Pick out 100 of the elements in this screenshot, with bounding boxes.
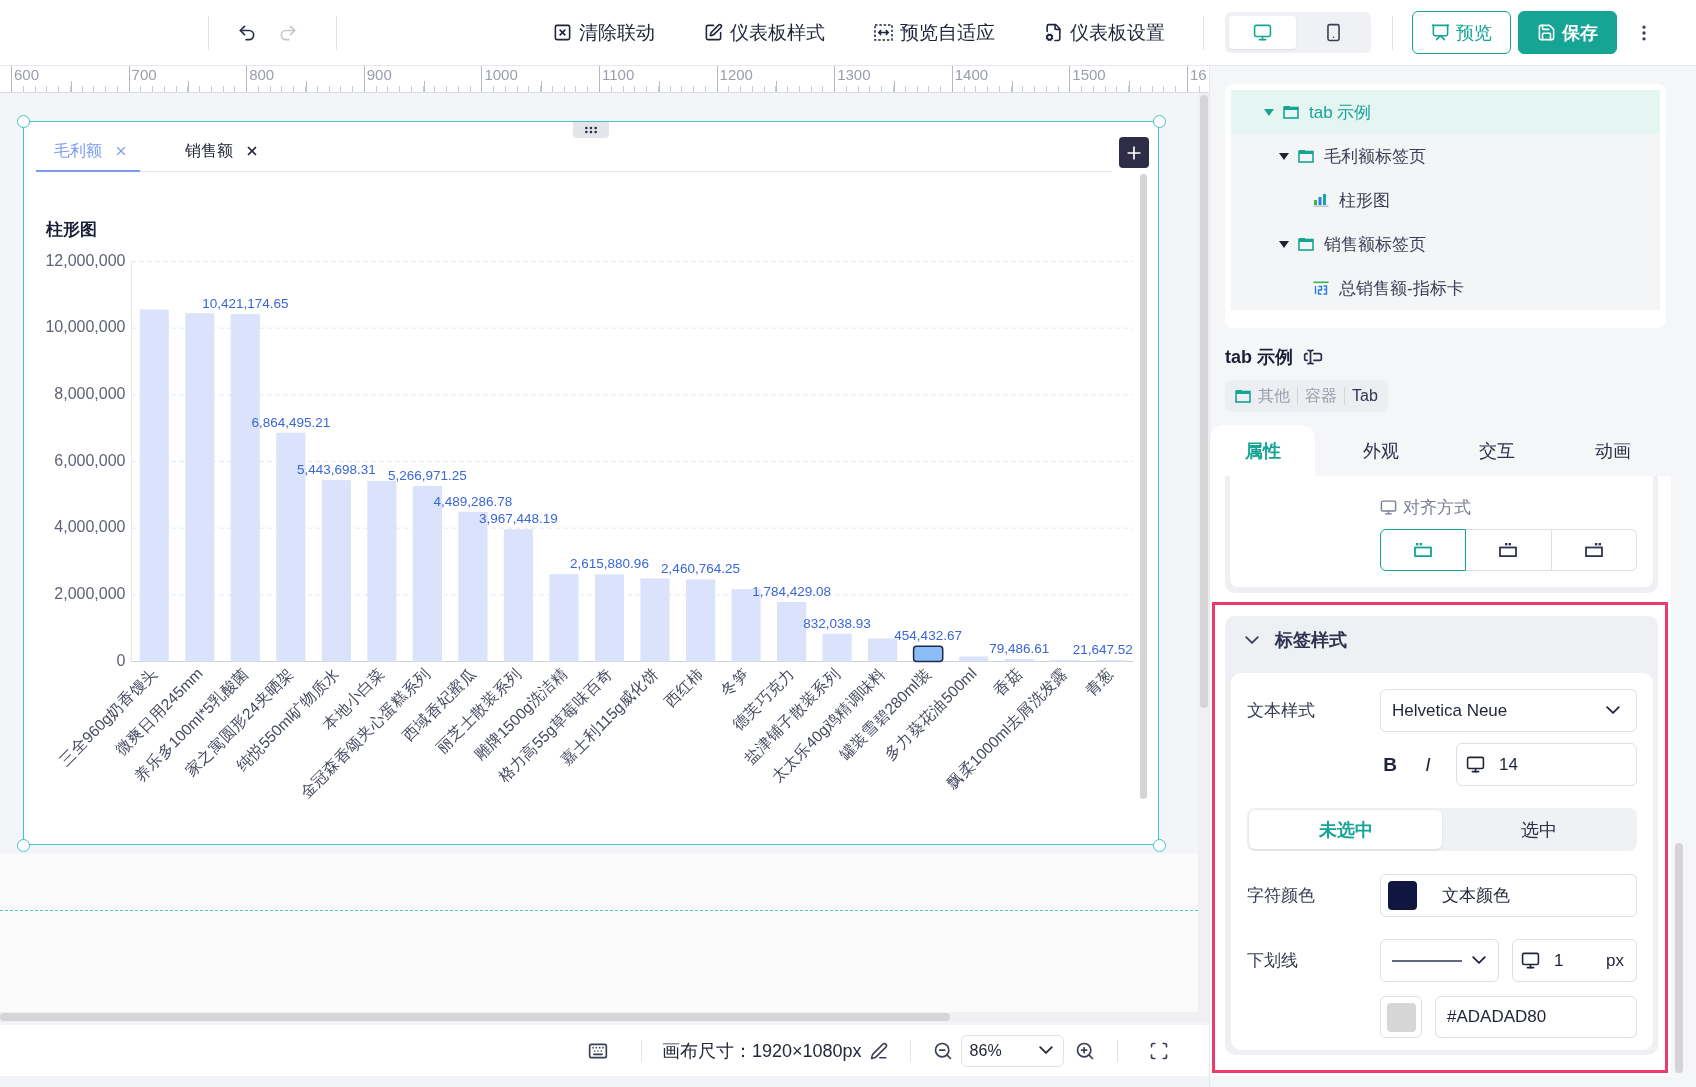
widget-tab[interactable]: 销售额 <box>166 132 271 172</box>
chevron-down-icon <box>1472 956 1486 965</box>
axis-label: 10,000,000 <box>45 318 126 336</box>
canvas-size: 画布尺寸：1920×1080px <box>662 1039 862 1063</box>
zoom-select[interactable]: 86% <box>960 1034 1064 1067</box>
field-label: 字符颜色 <box>1247 885 1316 907</box>
value-label: 832,038.93 <box>803 615 871 631</box>
value-label: 454,432.67 <box>894 628 962 644</box>
bar-chart-icon <box>1313 193 1329 207</box>
tab-box-icon <box>1235 389 1251 403</box>
axis-label: 0 <box>116 651 126 669</box>
layer-item[interactable]: 销售额标签页 <box>1231 222 1660 266</box>
resize-handle[interactable] <box>16 114 30 128</box>
monitor-icon <box>1380 498 1397 516</box>
pen-icon[interactable] <box>869 1041 888 1060</box>
ruler-label: 1100 <box>601 66 635 83</box>
breadcrumb-item: 容器 <box>1305 385 1337 406</box>
axis-label: 西红柿 <box>660 664 707 711</box>
scrollbar[interactable] <box>1198 93 1209 1022</box>
field-label: 对齐方式 <box>1403 496 1471 519</box>
square-x-icon <box>553 23 572 42</box>
chevron-down-icon <box>1606 706 1620 715</box>
value-label: 2,460,764.25 <box>661 561 740 577</box>
axis-label: 12,000,000 <box>45 251 126 269</box>
value-label: 10,421,174.65 <box>202 296 289 312</box>
field-label: 文本样式 <box>1247 700 1316 722</box>
ruler-label: 1500 <box>1072 66 1106 83</box>
align-center-icon <box>1499 543 1518 557</box>
field-label: 下划线 <box>1247 950 1299 972</box>
phone-icon <box>1324 23 1343 42</box>
value-label: 5,266,971.25 <box>388 467 467 483</box>
scrollbar-thumb[interactable] <box>1200 95 1208 708</box>
ruler-label: 700 <box>131 66 157 83</box>
value-label: 3,967,448.19 <box>479 511 558 527</box>
resize-handle[interactable] <box>1152 114 1166 128</box>
value-label: 79,486.61 <box>989 640 1050 656</box>
scrollbar-thumb[interactable] <box>1675 843 1683 1073</box>
resize-handle[interactable] <box>16 838 30 852</box>
scrollbar-thumb[interactable] <box>1139 173 1147 799</box>
font-select[interactable]: Helvetica Neue <box>1380 689 1637 732</box>
undo-icon[interactable] <box>237 22 257 43</box>
desktop-mode-button[interactable] <box>1229 16 1296 49</box>
axis-label: 6,000,000 <box>54 451 126 469</box>
fit-preview-button[interactable]: 预览自适应 <box>874 14 995 51</box>
color-field[interactable]: 文本颜色 <box>1380 874 1637 917</box>
ruler-label: 900 <box>366 66 392 83</box>
caret-icon[interactable] <box>1279 240 1289 248</box>
state-tab[interactable]: 选中 <box>1442 810 1635 849</box>
align-right-icon <box>1584 543 1603 557</box>
font-size-field[interactable]: 14 <box>1456 743 1637 786</box>
panel-tab[interactable]: 动画 <box>1555 425 1671 476</box>
tab-box-icon <box>1283 105 1299 119</box>
axis-label: 香菇 <box>990 664 1026 700</box>
tab-box-icon <box>1298 237 1314 251</box>
add-tab-button[interactable] <box>1118 137 1149 168</box>
ruler-label: 800 <box>249 66 275 83</box>
bold-button[interactable]: B <box>1380 749 1400 780</box>
ruler-label: 1300 <box>837 66 871 83</box>
axis-label: 青葱 <box>1081 664 1117 700</box>
file-gear-icon <box>1044 23 1063 42</box>
monitor-icon <box>1253 23 1272 42</box>
chevron-down-icon[interactable] <box>1245 635 1259 645</box>
hex-input[interactable]: #ADADAD80 <box>1435 996 1637 1038</box>
value-label: 5,443,698.31 <box>296 462 376 478</box>
ruler-label: 1200 <box>719 66 753 83</box>
layer-item[interactable]: 柱形图 <box>1231 178 1660 222</box>
metric-icon <box>1313 281 1329 295</box>
zoom-out-icon[interactable] <box>932 1040 953 1061</box>
dashboard-settings-button[interactable]: 仪表板设置 <box>1044 14 1165 51</box>
panel-tab[interactable]: 外观 <box>1323 425 1439 476</box>
dashed-arrows-icon <box>874 24 893 41</box>
layer-item[interactable]: 总销售额-指标卡 <box>1231 266 1660 310</box>
text-cursor-icon[interactable] <box>1303 347 1323 367</box>
caret-icon[interactable] <box>1279 152 1289 160</box>
zoom-in-icon[interactable] <box>1074 1040 1095 1061</box>
ruler-label: 600 <box>14 66 40 83</box>
monitor-icon <box>1466 755 1485 774</box>
scrollbar-thumb[interactable] <box>0 1013 950 1021</box>
value-label: 21,647.52 <box>1072 642 1133 657</box>
italic-button[interactable]: I <box>1418 749 1438 780</box>
monitor-icon <box>1521 951 1540 970</box>
clear-linkage-button[interactable]: 清除联动 <box>553 14 655 51</box>
layer-item[interactable]: 毛利额标签页 <box>1231 134 1660 178</box>
line-width-field[interactable]: 1 px <box>1512 939 1637 982</box>
axis-label: 8,000,000 <box>54 385 126 403</box>
presentation-icon <box>1431 23 1450 42</box>
dashboard-style-button[interactable]: 仪表板样式 <box>704 14 825 51</box>
tab-box-icon <box>1298 149 1314 163</box>
breadcrumb-item: Tab <box>1352 387 1378 405</box>
drag-handle[interactable] <box>573 122 609 138</box>
breadcrumb-item: 其他 <box>1258 385 1290 406</box>
ruler-label: 1000 <box>484 66 518 83</box>
save-icon <box>1537 23 1556 42</box>
value-label: 4,489,286.78 <box>433 493 513 509</box>
line-style-select[interactable] <box>1380 939 1499 982</box>
color-picker[interactable] <box>1380 996 1422 1038</box>
scrollbar[interactable] <box>0 1012 1198 1022</box>
resize-handle[interactable] <box>1152 838 1166 852</box>
panel-tab[interactable]: 交互 <box>1439 425 1555 476</box>
fullscreen-icon[interactable] <box>1148 1040 1169 1061</box>
